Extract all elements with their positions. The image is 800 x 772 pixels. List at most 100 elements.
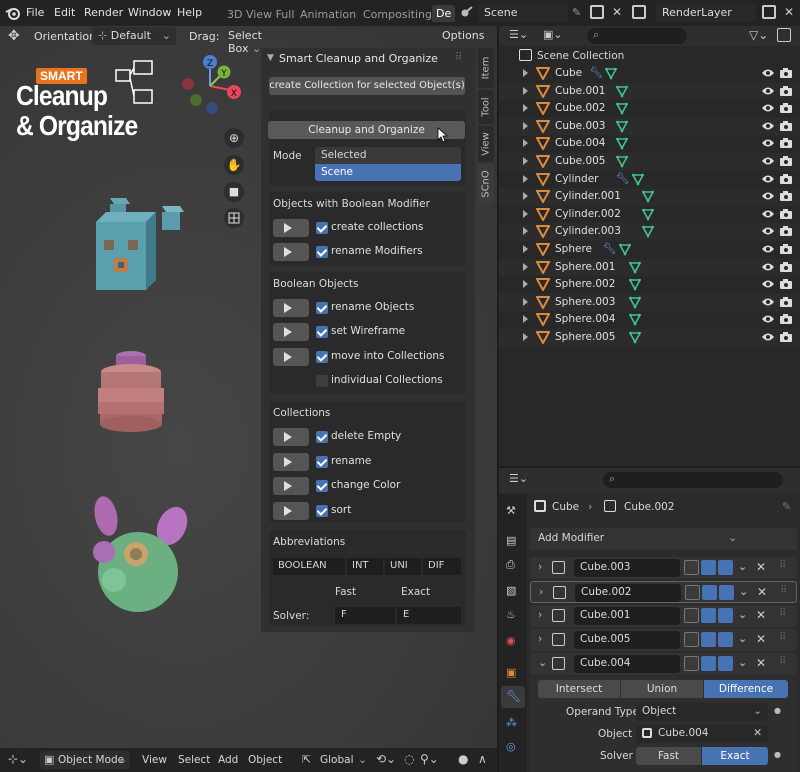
pin-icon[interactable]: ✎: [572, 6, 581, 19]
outliner-object-name[interactable]: Cube.005: [555, 155, 606, 167]
view-layer-field[interactable]: RenderLayer: [656, 3, 756, 22]
cleanup-organize-button[interactable]: Cleanup and Organize: [268, 121, 465, 139]
camera-icon[interactable]: [780, 191, 792, 202]
eye-icon[interactable]: [762, 68, 774, 78]
new-view-layer-icon[interactable]: [762, 5, 776, 19]
modifier-name-field[interactable]: Cube.001: [574, 607, 680, 625]
mesh-data-icon[interactable]: [615, 137, 628, 151]
display-mode-icon[interactable]: ▣⌄: [543, 28, 563, 41]
expand-arrow-icon[interactable]: [523, 104, 528, 113]
outliner-object-name[interactable]: Sphere.001: [555, 261, 615, 273]
clear-icon[interactable]: ✕: [753, 727, 762, 739]
checkbox-rename-modifiers[interactable]: [316, 246, 328, 258]
mesh-data-icon[interactable]: [642, 208, 655, 221]
expand-arrow-icon[interactable]: [523, 245, 528, 253]
eye-icon[interactable]: [762, 86, 774, 96]
eye-icon[interactable]: [762, 262, 774, 272]
tab-default[interactable]: De: [432, 5, 456, 22]
outliner-object-name[interactable]: Sphere.004: [555, 313, 615, 325]
eye-icon[interactable]: [762, 156, 774, 166]
expand-arrow-icon[interactable]: [523, 192, 528, 201]
expand-arrow-icon[interactable]: [523, 209, 528, 218]
outliner-row[interactable]: Cube.005: [499, 153, 800, 171]
mesh-data-icon[interactable]: [629, 278, 641, 291]
edit-mode-toggle-icon[interactable]: [684, 560, 699, 575]
delete-view-layer-icon[interactable]: ✕: [784, 5, 794, 19]
pan-hand-icon[interactable]: ✋: [224, 155, 244, 175]
eye-icon[interactable]: [762, 121, 774, 131]
solver-fast-field[interactable]: F: [335, 607, 395, 624]
run-button[interactable]: [273, 428, 309, 446]
object-tab-icon[interactable]: ▣: [506, 666, 516, 679]
checkbox-change-color[interactable]: [316, 480, 328, 492]
outliner-row[interactable]: Cube.002: [499, 100, 800, 118]
render-toggle-icon[interactable]: [718, 656, 733, 671]
camera-icon[interactable]: [780, 138, 792, 149]
operand-type-dropdown[interactable]: Object ⌄: [636, 703, 768, 721]
move-tool-icon[interactable]: ✥: [8, 28, 20, 44]
render-toggle-icon[interactable]: [718, 560, 733, 575]
eye-icon[interactable]: [762, 226, 774, 236]
zoom-icon[interactable]: ⊕: [224, 128, 244, 148]
drag-handle-icon[interactable]: ⠿: [779, 560, 786, 571]
eye-icon[interactable]: [762, 174, 774, 184]
camera-icon[interactable]: [780, 296, 792, 307]
outliner-object-name[interactable]: Cube: [555, 67, 582, 79]
outliner-row[interactable]: Sphere.004: [499, 311, 800, 329]
editor-type-icon[interactable]: ⊹⌄: [8, 752, 28, 766]
outliner-object-name[interactable]: Sphere.005: [555, 331, 615, 343]
eye-icon[interactable]: [762, 244, 774, 254]
eye-icon[interactable]: [762, 314, 774, 324]
outliner-object-name[interactable]: Cylinder.002: [555, 208, 621, 220]
checkbox-rename[interactable]: [316, 456, 328, 468]
cylinder-stack-object[interactable]: [96, 344, 166, 436]
physics-tab-icon[interactable]: ◎: [506, 740, 516, 753]
op-difference-button[interactable]: Difference: [704, 680, 788, 698]
chevron-down-icon[interactable]: ⌄: [738, 656, 747, 669]
pin-icon[interactable]: ✎: [782, 500, 791, 513]
modifier-row[interactable]: › Cube.001 ⌄ ✕ ⠿: [530, 605, 797, 627]
solver-fast-button[interactable]: Fast: [636, 747, 701, 765]
eye-icon[interactable]: [762, 138, 774, 148]
create-collection-button[interactable]: create Collection for selected Object(s): [269, 77, 465, 95]
outliner-row[interactable]: Cylinder.003: [499, 223, 800, 241]
expand-arrow-icon[interactable]: [523, 121, 528, 130]
run-button[interactable]: [273, 348, 309, 366]
mesh-data-icon[interactable]: [615, 155, 628, 168]
viewport-display-toggle-icon[interactable]: [701, 560, 716, 575]
wrench-icon[interactable]: 🔧︎: [603, 242, 617, 255]
scene-icon[interactable]: [460, 5, 474, 19]
tab-item[interactable]: Item: [478, 48, 494, 88]
abbrev-boolean-field[interactable]: BOOLEAN: [273, 558, 345, 575]
object-field[interactable]: Cube.004 ✕: [636, 725, 768, 743]
camera-view-icon[interactable]: ■: [224, 182, 244, 202]
properties-search-input[interactable]: ⌕: [603, 472, 783, 488]
checkbox-sort[interactable]: [316, 505, 328, 517]
outliner-object-name[interactable]: Sphere.002: [555, 278, 615, 290]
close-icon[interactable]: ✕: [756, 608, 766, 622]
outliner-row[interactable]: Cube.003: [499, 117, 800, 136]
render-toggle-icon[interactable]: [718, 608, 733, 623]
view-layer-icon[interactable]: [632, 5, 646, 19]
modifier-name-field[interactable]: Cube.004: [574, 655, 680, 673]
camera-icon[interactable]: [780, 173, 792, 184]
camera-icon[interactable]: [780, 279, 792, 290]
modifier-name-field[interactable]: Cube.003: [574, 559, 680, 577]
camera-icon[interactable]: [780, 85, 792, 96]
op-union-button[interactable]: Union: [621, 680, 703, 698]
menu-file[interactable]: File: [26, 6, 44, 19]
proportional-edit-icon[interactable]: ●: [458, 752, 468, 766]
checkbox-move-into-collections[interactable]: [316, 351, 328, 363]
orientation-dropdown[interactable]: ⊹ Default ⌄: [92, 27, 176, 45]
tab-compositing[interactable]: Compositing: [363, 8, 432, 21]
outliner-row[interactable]: Cylinder.001: [499, 188, 800, 206]
outliner-object-name[interactable]: Cube.003: [555, 120, 606, 132]
falloff-icon[interactable]: ∧: [478, 752, 487, 766]
eye-icon[interactable]: [762, 297, 774, 307]
drag-dropdown[interactable]: Select Box ⌄: [222, 27, 284, 55]
abbrev-uni-field[interactable]: UNI: [385, 558, 421, 575]
particles-tab-icon[interactable]: ⁂: [506, 716, 517, 729]
expand-arrow-icon[interactable]: [523, 157, 528, 165]
tab-3d-view-full[interactable]: 3D View Full: [227, 8, 294, 21]
chevron-down-icon[interactable]: ⌄: [738, 608, 747, 621]
